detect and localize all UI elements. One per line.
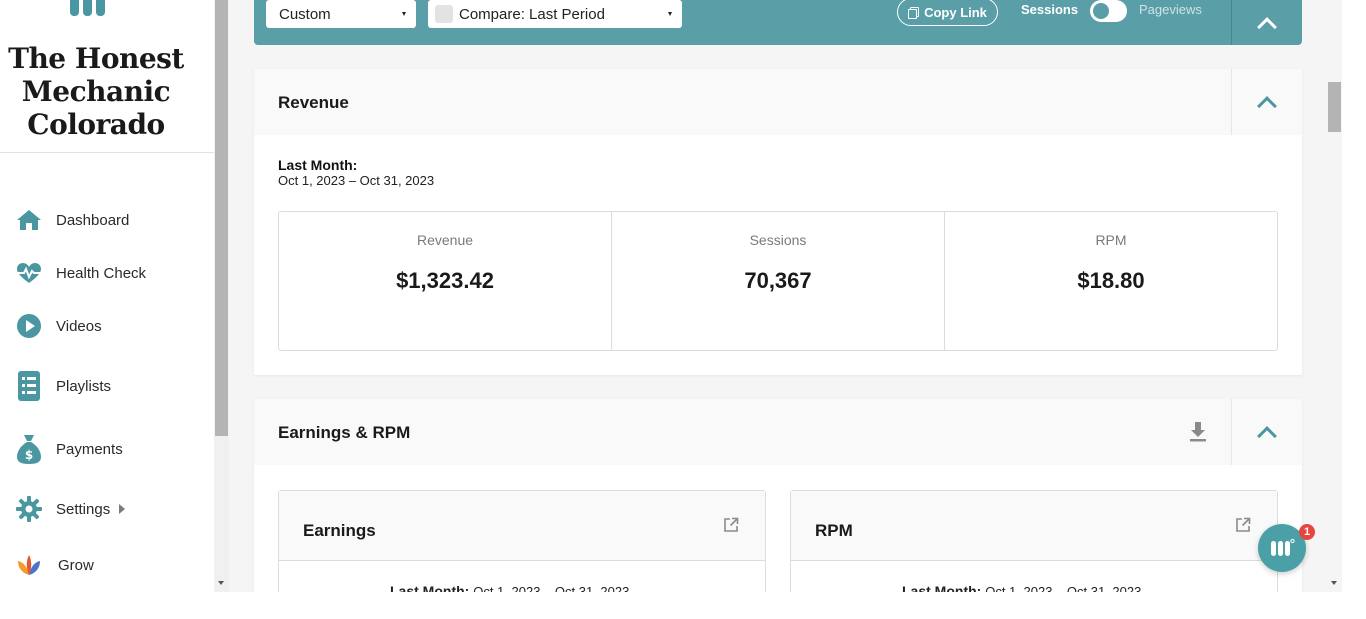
page-scrollbar-thumb[interactable] [1328,82,1341,132]
copy-link-button[interactable]: Copy Link [897,0,998,26]
card-title: Earnings & RPM [278,423,411,442]
gear-icon [16,496,42,522]
stat-label: RPM [1095,232,1127,248]
earnings-rpm-card-header: Earnings & RPM [254,399,1302,465]
sidebar-item-label: Grow [58,556,94,574]
caret-down-icon [668,12,672,16]
sessions-pageviews-toggle[interactable] [1090,0,1127,22]
stat-label: Revenue [416,232,474,248]
svg-text:$: $ [25,448,33,462]
page-scrollbar[interactable] [1327,0,1342,592]
subcard-period: Last Month: Oct 1, 2023 – Oct 31, 2023 [390,583,629,592]
earnings-rpm-card: Earnings & RPM Earnings Last Month: Oct … [254,399,1302,592]
chevron-up-icon [1257,96,1277,116]
stat-label: Sessions [749,232,807,248]
compare-checkbox[interactable] [435,5,453,23]
sidebar-item-label: Playlists [56,377,112,395]
money-bag-icon: $ [16,435,42,464]
sidebar-item-videos[interactable]: Videos [0,306,214,346]
toggle-knob [1093,3,1109,19]
grow-logo-icon [16,552,42,578]
subcard-title: RPM [815,521,853,540]
revenue-card-header: Revenue [254,69,1302,135]
heartbeat-icon [16,260,42,286]
sidebar-item-settings[interactable]: Settings [0,489,214,529]
sidebar: The Honest Mechanic Colorado Dashboard H… [0,0,214,592]
compare-value: Compare: Last Period [459,5,605,23]
pageviews-toggle-label: Pageviews [1139,2,1202,17]
revenue-collapse-button[interactable] [1232,69,1302,135]
sidebar-item-health-check[interactable]: Health Check [0,253,214,293]
sidebar-item-label: Payments [56,440,123,458]
sidebar-item-payments[interactable]: $ Payments [0,429,214,469]
filter-bar: Custom Compare: Last Period Copy Link Se… [254,0,1302,45]
subcard-period: Last Month: Oct 1, 2023 – Oct 31, 2023 [902,583,1141,592]
site-title-line: Colorado [27,108,165,141]
card-title: Revenue [278,93,349,112]
subcard-period-label: Last Month: [902,583,982,592]
revenue-card: Revenue Last Month: Oct 1, 2023 – Oct 31… [254,69,1302,375]
play-icon [16,313,42,339]
brand-logo-icon [70,0,105,16]
list-icon [16,371,42,401]
sidebar-item-label: Videos [56,317,102,335]
stat-sessions: Sessions 70,367 [612,212,945,350]
sidebar-scrollbar[interactable] [214,0,229,592]
date-range-select[interactable]: Custom [266,0,416,28]
subcard-period-range: Oct 1, 2023 – Oct 31, 2023 [985,584,1142,592]
sidebar-item-label: Settings [56,500,111,518]
sidebar-item-label: Health Check [56,264,147,282]
site-title: The Honest Mechanic Colorado [0,42,192,141]
sidebar-item-grow[interactable]: Grow [0,545,214,585]
earnings-subcard: Earnings Last Month: Oct 1, 2023 – Oct 3… [278,490,766,592]
external-link-icon[interactable] [1235,517,1251,533]
period-label: Last Month: [278,157,358,173]
sessions-toggle-label: Sessions [1021,2,1079,17]
subcard-title: Earnings [303,521,376,540]
chevron-up-icon [1257,426,1277,446]
filter-bar-collapse-button[interactable] [1232,0,1302,45]
chat-logo-icon [1271,538,1295,556]
site-title-line: Mechanic [21,75,171,108]
rpm-subcard-header: RPM [791,491,1277,561]
main-content: Custom Compare: Last Period Copy Link Se… [229,0,1327,592]
caret-down-icon [402,12,406,16]
copy-icon [908,6,920,19]
date-range-value: Custom [279,5,331,23]
sidebar-scrollbar-thumb[interactable] [215,0,228,436]
chevron-up-icon [1257,16,1277,37]
sidebar-divider [0,152,214,153]
earnings-subcard-header: Earnings [279,491,765,561]
sidebar-item-dashboard[interactable]: Dashboard [0,200,214,240]
earnings-rpm-collapse-button[interactable] [1232,399,1302,465]
sidebar-item-label: Dashboard [56,211,130,229]
scroll-down-arrow-icon[interactable] [218,581,224,585]
subcard-period-label: Last Month: [390,583,470,592]
compare-select[interactable]: Compare: Last Period [428,0,682,28]
rpm-subcard: RPM Last Month: Oct 1, 2023 – Oct 31, 20… [790,490,1278,592]
stat-value: $1,323.42 [396,268,494,293]
stat-value: 70,367 [744,268,812,293]
site-title-line: The Honest [8,42,184,75]
stats-summary: Revenue $1,323.42 Sessions 70,367 RPM $1… [278,211,1278,351]
stat-rpm: RPM $18.80 [945,212,1277,350]
period-range: Oct 1, 2023 – Oct 31, 2023 [278,173,435,188]
stat-value: $18.80 [1077,268,1145,293]
copy-link-label: Copy Link [924,4,987,20]
external-link-icon[interactable] [723,517,739,533]
scroll-down-arrow-icon[interactable] [1331,581,1337,585]
home-icon [16,207,42,233]
subcard-period-range: Oct 1, 2023 – Oct 31, 2023 [473,584,630,592]
sidebar-item-playlists[interactable]: Playlists [0,366,214,406]
notification-badge: 1 [1299,524,1315,540]
download-icon[interactable] [1188,421,1208,443]
stat-revenue: Revenue $1,323.42 [279,212,612,350]
caret-right-icon [119,504,125,514]
